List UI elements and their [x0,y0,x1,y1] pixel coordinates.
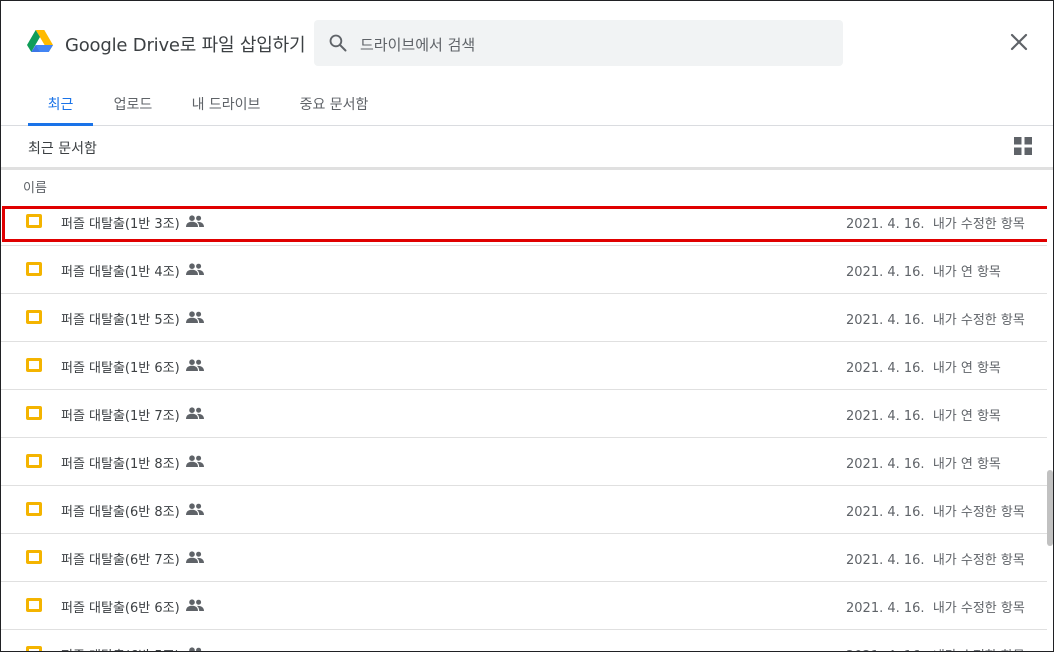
file-modified: 2021. 4. 16. 내가 수정한 항목 [846,597,1025,616]
file-row[interactable]: 퍼즐 대탈출(6반 5조) 2021. 4. 16. 내가 수정한 항목 [1,630,1047,651]
file-name: 퍼즐 대탈출(1반 8조) [61,457,180,472]
file-name: 퍼즐 대탈출(6반 5조) [61,645,180,651]
file-name: 퍼즐 대탈출(1반 6조) [61,361,180,376]
modified-date: 2021. 4. 16. [846,361,925,376]
grid-view-icon[interactable] [1014,137,1032,155]
shared-people-icon [186,215,204,227]
tab-starred[interactable]: 중요 문서함 [290,93,378,126]
slides-file-icon [26,310,42,324]
search-input[interactable]: 드라이브에서 검색 [360,34,475,55]
file-modified: 2021. 4. 16. 내가 연 항목 [846,453,1001,472]
file-row[interactable]: 퍼즐 대탈출(1반 3조) 2021. 4. 16. 내가 수정한 항목 [1,198,1047,246]
dialog-header: Google Drive로 파일 삽입하기 드라이브에서 검색 [1,1,1053,85]
tab-bar: 최근 업로드 내 드라이브 중요 문서함 [1,85,1053,126]
tab-my-drive[interactable]: 내 드라이브 [183,93,269,126]
file-name: 퍼즐 대탈출(1반 7조) [61,409,180,424]
search-icon[interactable] [328,33,348,53]
shared-people-icon [186,503,204,515]
modified-date: 2021. 4. 16. [846,265,925,280]
section-title: 최근 문서함 [28,141,97,157]
file-row[interactable]: 퍼즐 대탈출(6반 8조) 2021. 4. 16. 내가 수정한 항목 [1,486,1047,534]
slides-file-icon [26,406,42,420]
shared-people-icon [186,359,204,371]
column-header-name[interactable]: 이름 [23,177,47,196]
modified-activity: 내가 연 항목 [932,409,1001,424]
slides-file-icon [26,214,42,228]
modified-activity: 내가 수정한 항목 [932,505,1025,520]
slides-file-icon [26,550,42,564]
modified-date: 2021. 4. 16. [846,313,925,328]
file-name: 퍼즐 대탈출(6반 7조) [61,553,180,568]
file-name: 퍼즐 대탈출(1반 5조) [61,313,180,328]
file-row[interactable]: 퍼즐 대탈출(1반 5조) 2021. 4. 16. 내가 수정한 항목 [1,294,1047,342]
slides-file-icon [26,262,42,276]
scrollbar[interactable] [1047,198,1053,651]
google-drive-logo-icon [27,30,53,52]
file-modified: 2021. 4. 16. 내가 수정한 항목 [846,645,1025,651]
shared-people-icon [189,647,202,651]
modified-date: 2021. 4. 16. [846,553,925,568]
file-row[interactable]: 퍼즐 대탈출(1반 7조) 2021. 4. 16. 내가 연 항목 [1,390,1047,438]
dialog-title: Google Drive로 파일 삽입하기 [65,35,306,56]
file-modified: 2021. 4. 16. 내가 연 항목 [846,261,1001,280]
file-modified: 2021. 4. 16. 내가 수정한 항목 [846,309,1025,328]
slides-file-icon [26,454,42,468]
file-modified: 2021. 4. 16. 내가 수정한 항목 [846,213,1025,232]
modified-date: 2021. 4. 16. [846,601,925,616]
file-modified: 2021. 4. 16. 내가 수정한 항목 [846,501,1025,520]
modified-activity: 내가 연 항목 [932,265,1001,280]
modified-activity: 내가 수정한 항목 [932,313,1025,328]
file-name: 퍼즐 대탈출(1반 4조) [61,265,180,280]
scrollbar-thumb[interactable] [1047,470,1053,546]
file-name: 퍼즐 대탈출(6반 6조) [61,601,180,616]
modified-activity: 내가 수정한 항목 [932,601,1025,616]
modified-activity: 내가 연 항목 [932,457,1001,472]
file-list: 퍼즐 대탈출(1반 3조) 2021. 4. 16. 내가 수정한 항목 퍼즐 대탈… [1,198,1047,651]
close-icon[interactable] [1007,30,1031,54]
file-row[interactable]: 퍼즐 대탈출(1반 6조) 2021. 4. 16. 내가 연 항목 [1,342,1047,390]
shared-people-icon [186,599,204,611]
section-header: 최근 문서함 [1,126,1053,170]
file-modified: 2021. 4. 16. 내가 연 항목 [846,357,1001,376]
modified-date: 2021. 4. 16. [846,409,925,424]
file-modified: 2021. 4. 16. 내가 연 항목 [846,405,1001,424]
modified-date: 2021. 4. 16. [846,505,925,520]
file-row[interactable]: 퍼즐 대탈출(6반 6조) 2021. 4. 16. 내가 수정한 항목 [1,582,1047,630]
modified-activity: 내가 수정한 항목 [932,553,1025,568]
file-picker-dialog: Google Drive로 파일 삽입하기 드라이브에서 검색 최근 업로드 내… [0,0,1054,652]
shared-people-icon [186,455,204,467]
slides-file-icon [26,502,42,516]
modified-activity: 내가 수정한 항목 [932,217,1025,232]
file-row[interactable]: 퍼즐 대탈출(6반 7조) 2021. 4. 16. 내가 수정한 항목 [1,534,1047,582]
shared-people-icon [186,551,204,563]
shared-people-icon [186,263,204,275]
shared-people-icon [186,311,204,323]
file-row[interactable]: 퍼즐 대탈출(1반 8조) 2021. 4. 16. 내가 연 항목 [1,438,1047,486]
file-modified: 2021. 4. 16. 내가 수정한 항목 [846,549,1025,568]
file-name: 퍼즐 대탈출(1반 3조) [61,217,180,232]
slides-file-icon [26,646,42,651]
modified-activity: 내가 연 항목 [932,361,1001,376]
tab-recent[interactable]: 최근 [28,93,93,126]
slides-file-icon [26,358,42,372]
search-box[interactable]: 드라이브에서 검색 [314,20,843,66]
slides-file-icon [26,598,42,612]
modified-date: 2021. 4. 16. [846,217,925,232]
shared-people-icon [186,407,204,419]
tab-upload[interactable]: 업로드 [101,93,165,126]
file-name: 퍼즐 대탈출(6반 8조) [61,505,180,520]
modified-date: 2021. 4. 16. [846,457,925,472]
file-row[interactable]: 퍼즐 대탈출(1반 4조) 2021. 4. 16. 내가 연 항목 [1,246,1047,294]
